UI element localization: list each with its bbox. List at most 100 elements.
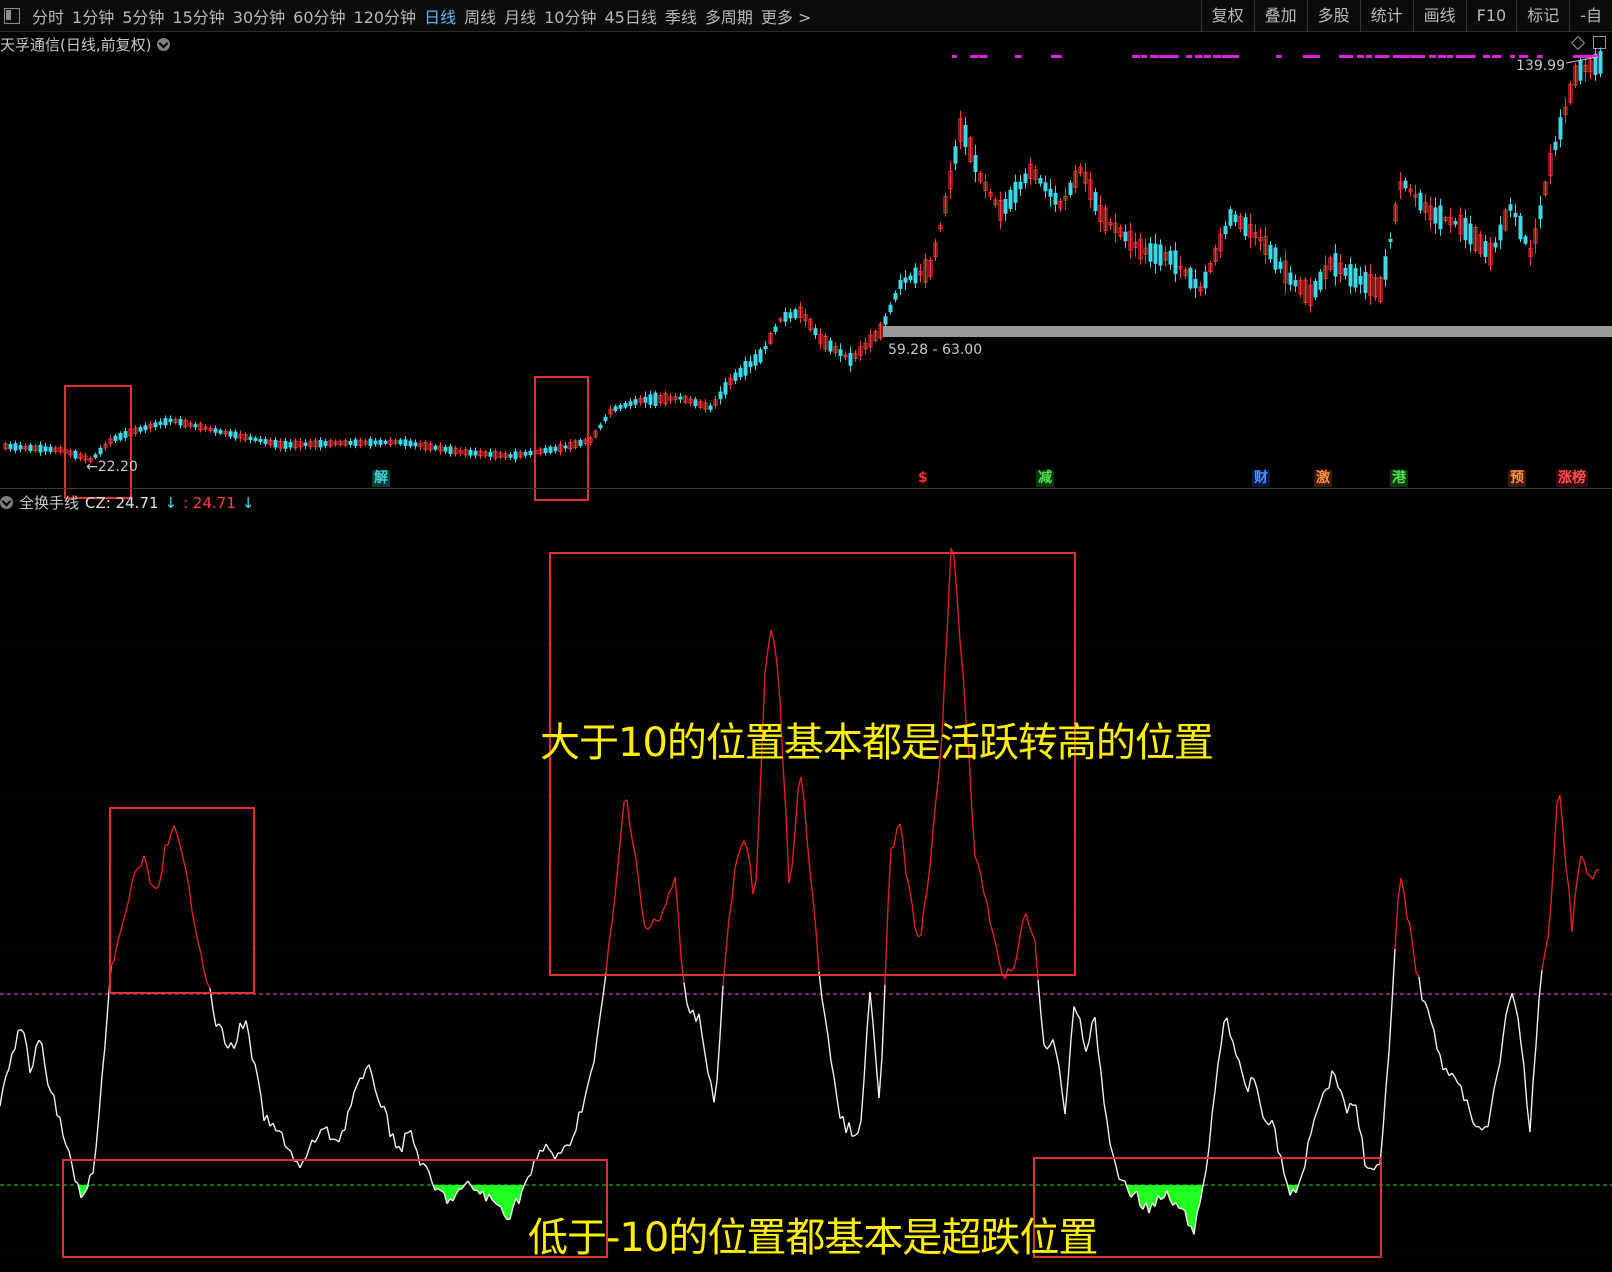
indicator-segment — [1067, 1039, 1072, 1081]
event-badge[interactable]: $ — [916, 470, 930, 487]
candle-body — [783, 311, 788, 322]
indicator-segment — [785, 813, 790, 884]
indicator-segment — [248, 1035, 253, 1060]
indicator-segment — [1031, 932, 1036, 941]
indicator-segment — [266, 1114, 271, 1127]
indicator-segment — [764, 649, 769, 674]
candle-body — [1053, 192, 1058, 205]
indicator-segment — [608, 922, 613, 943]
indicator-segment — [674, 876, 679, 912]
candle-body — [828, 340, 833, 352]
candle-body — [1578, 60, 1583, 81]
indicator-segment — [926, 866, 931, 891]
indicator-segment — [209, 988, 214, 1010]
indicator-segment — [1115, 1165, 1120, 1180]
indicator-segment — [974, 856, 979, 864]
indicator-segment — [179, 844, 184, 858]
indicator-segment — [986, 901, 991, 923]
candle-body — [1333, 253, 1338, 277]
indicator-segment — [1040, 1015, 1045, 1045]
indicator-segment — [719, 985, 724, 1037]
event-badge[interactable]: 港 — [1390, 470, 1408, 487]
event-badge[interactable]: 预 — [1508, 470, 1526, 487]
signal-marker — [1303, 55, 1312, 58]
indicator-segment — [296, 1161, 301, 1169]
candle-body — [748, 361, 753, 368]
indicator-segment — [1418, 976, 1423, 1001]
indicator-segment — [278, 1130, 283, 1134]
indicator-segment — [1565, 867, 1570, 890]
indicator-segment — [239, 1022, 244, 1030]
indicator-segment — [260, 1096, 265, 1121]
indicator-segment — [362, 1068, 367, 1079]
candle-body — [153, 422, 158, 428]
pane-divider[interactable] — [0, 488, 1612, 489]
candle-body — [1018, 181, 1023, 190]
trading-app: 分时 1分钟 5分钟 15分钟 30分钟 60分钟 120分钟 日线 周线 月线 10分钟 45日线季… — [0, 0, 1612, 1272]
indicator-segment — [182, 857, 187, 871]
indicator-segment — [572, 1130, 577, 1138]
indicator-segment — [1532, 1045, 1537, 1083]
indicator-segment — [923, 890, 928, 908]
indicator-segment — [542, 1143, 547, 1152]
indicator-segment — [1259, 1102, 1264, 1118]
signal-marker — [1384, 55, 1390, 58]
indicator-segment — [230, 1042, 235, 1049]
chart-canvas[interactable] — [0, 0, 1612, 1272]
indicator-segment — [704, 1053, 709, 1074]
candle-body — [18, 445, 23, 450]
candle-body — [643, 396, 648, 403]
indicator-segment — [329, 1138, 334, 1141]
indicator-segment — [734, 856, 739, 868]
event-badge[interactable]: 解 — [372, 470, 390, 487]
indicator-segment — [1520, 1043, 1525, 1067]
event-badge[interactable]: 减 — [1036, 470, 1054, 487]
indicator-segment — [650, 918, 655, 927]
indicator-segment — [752, 880, 757, 895]
indicator-dropdown-icon[interactable] — [0, 496, 13, 509]
indicator-segment — [602, 973, 607, 997]
indicator-segment — [989, 922, 994, 934]
candle-body — [43, 446, 48, 452]
indicator-segment — [71, 1164, 76, 1182]
indicator-segment — [686, 1003, 691, 1014]
indicator-segment — [254, 1063, 259, 1079]
indicator-segment — [1400, 877, 1405, 893]
event-badge[interactable]: 涨榜 — [1556, 470, 1588, 487]
signal-marker — [1168, 55, 1179, 58]
candle-body — [1278, 261, 1283, 269]
indicator-segment — [251, 1058, 256, 1065]
candle-body — [553, 446, 558, 452]
signal-marker — [1132, 55, 1141, 58]
candle-body — [218, 429, 223, 434]
indicator-segment — [1043, 1044, 1048, 1050]
indicator-segment — [569, 1136, 574, 1146]
indicator-segment — [1481, 1126, 1486, 1131]
indicator-segment — [281, 1132, 286, 1147]
event-badge[interactable]: 财 — [1252, 470, 1270, 487]
signal-marker — [1456, 55, 1465, 58]
candle-body — [1168, 250, 1173, 265]
indicator-segment — [131, 871, 136, 883]
indicator-segment — [641, 909, 646, 928]
candle-body — [1343, 267, 1348, 276]
indicator-segment — [104, 1004, 109, 1046]
candle-body — [883, 316, 888, 325]
candle-body — [1388, 238, 1393, 243]
event-badge[interactable]: 激 — [1314, 470, 1332, 487]
signal-marker — [1375, 55, 1386, 58]
indicator-segment — [872, 1022, 877, 1062]
indicator-segment — [1502, 1014, 1507, 1038]
indicator-segment — [914, 927, 919, 937]
indicator-segment — [863, 1029, 868, 1080]
indicator-segment — [899, 823, 904, 842]
indicator-segment — [1328, 1070, 1333, 1089]
indicator-segment — [1493, 1075, 1498, 1090]
indicator-segment — [698, 1013, 703, 1035]
indicator-segment — [884, 906, 889, 985]
indicator-segment — [212, 1009, 217, 1027]
indicator-segment — [677, 911, 682, 958]
indicator-segment — [1274, 1128, 1279, 1153]
indicator-segment — [1370, 1167, 1375, 1171]
indicator-segment — [65, 1144, 70, 1152]
